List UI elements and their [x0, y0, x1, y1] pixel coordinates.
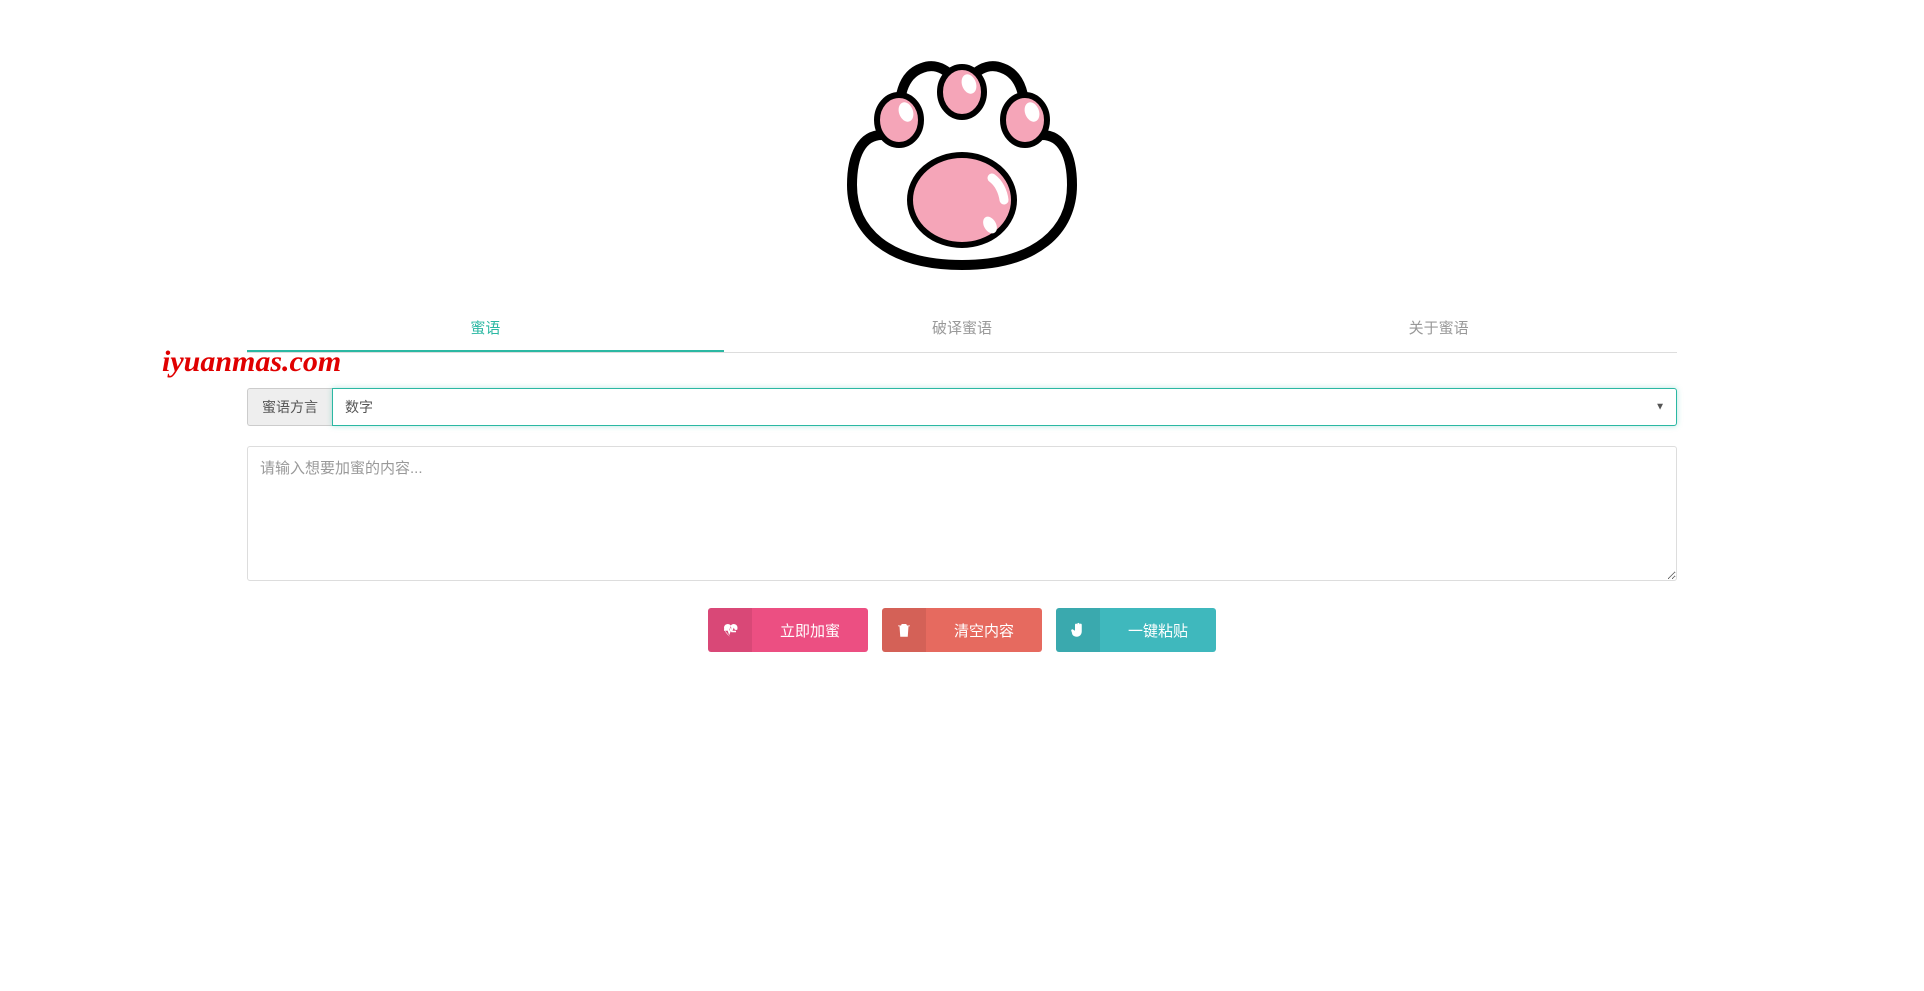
encrypt-button[interactable]: 立即加蜜 [708, 608, 868, 652]
clear-button-label: 清空内容 [926, 620, 1042, 641]
tab-miyu[interactable]: 蜜语 [247, 305, 724, 352]
dialect-group: 蜜语方言 数字 ▼ [247, 388, 1677, 426]
paste-button[interactable]: 一键粘贴 [1056, 608, 1216, 652]
logo-section [247, 0, 1677, 295]
tabs: 蜜语 破译蜜语 关于蜜语 [247, 305, 1677, 353]
clear-button[interactable]: 清空内容 [882, 608, 1042, 652]
trash-icon [882, 608, 926, 652]
encrypt-button-label: 立即加蜜 [752, 620, 868, 641]
heartbeat-icon [708, 608, 752, 652]
tab-about[interactable]: 关于蜜语 [1200, 305, 1677, 352]
content-textarea[interactable] [247, 446, 1677, 581]
button-row: 立即加蜜 清空内容 一键粘贴 [247, 608, 1677, 652]
hand-icon [1056, 608, 1100, 652]
form-section: 蜜语方言 数字 ▼ 立即加蜜 清空内容 [247, 388, 1677, 652]
dialect-select[interactable]: 数字 [332, 388, 1677, 426]
dialect-label: 蜜语方言 [247, 388, 332, 426]
paw-logo [827, 0, 1097, 285]
paste-button-label: 一键粘贴 [1100, 620, 1216, 641]
tab-decrypt[interactable]: 破译蜜语 [724, 305, 1201, 352]
